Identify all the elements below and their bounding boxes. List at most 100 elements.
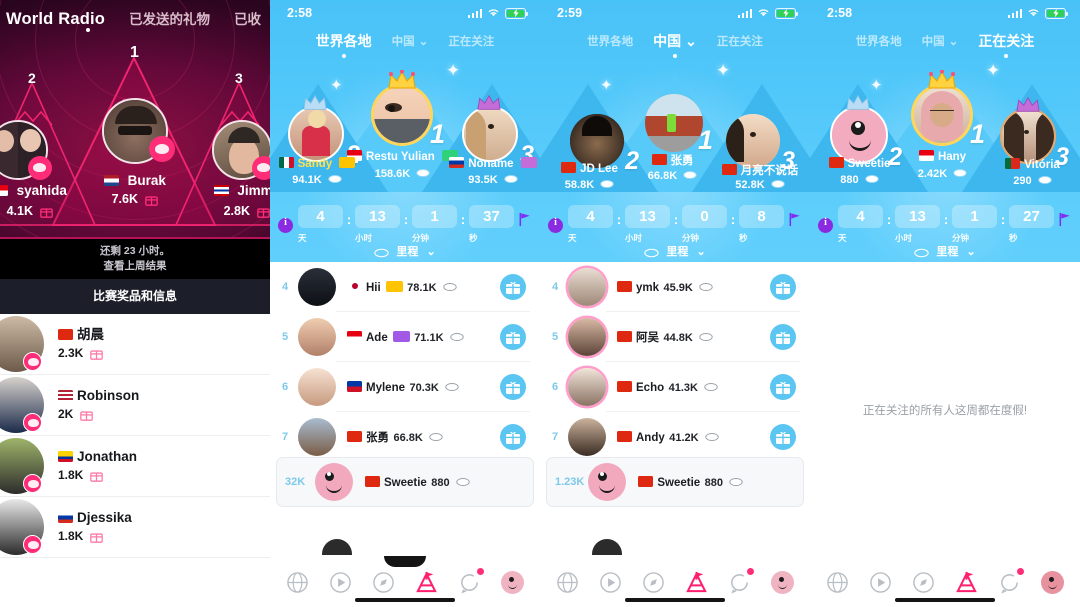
coin-icon [729,477,743,486]
table-row[interactable]: 5 Ade 71.1K [270,312,540,362]
row-rank: 6 [281,381,289,393]
tab-china[interactable]: 中国 ⌄ [643,31,707,58]
flag-icon [561,162,577,173]
send-gift-button[interactable] [500,324,526,350]
self-avatar[interactable] [315,463,353,501]
tab-play[interactable] [596,567,626,597]
region-tabs[interactable]: 世界各地 中国 ⌄ 正在关注 [270,28,540,58]
bottom-tab-bar[interactable] [810,557,1080,607]
self-rank-card[interactable]: 1.23K Sweetie 880 [546,457,804,507]
table-row[interactable]: 4 Hii 78.1K [270,262,540,312]
list-item[interactable]: Robinson 2K [0,375,270,436]
list-item[interactable]: Jonathan 1.8K [0,436,270,497]
table-row[interactable]: 5 阿吴 44.8K [540,312,810,362]
avatar[interactable] [298,418,336,456]
mileage-selector[interactable]: 里程 ⌄ [540,243,810,259]
prize-info-button[interactable]: 比赛奖品和信息 [0,279,270,314]
tab-worldwide[interactable]: 世界各地 [846,33,912,49]
list-item[interactable]: 胡晨 2.3K [0,314,270,375]
tab-compass[interactable] [639,567,669,597]
view-last-week-link[interactable]: 查看上周结果 [0,259,270,274]
nav-sent-gifts[interactable]: 已发送的礼物 [129,8,210,28]
world-radio-nav[interactable]: World Radio 已发送的礼物 已收 [0,8,270,29]
info-icon[interactable] [818,217,833,233]
tab-china[interactable]: 中国 ⌄ [912,33,969,49]
avatar[interactable] [0,377,44,433]
avatar[interactable] [298,368,336,406]
avatar[interactable] [568,368,606,406]
avatar[interactable] [0,316,44,372]
tab-profile[interactable] [1038,567,1068,597]
table-row[interactable]: 6 Echo 41.3K [540,362,810,412]
tab-chat[interactable] [995,567,1025,597]
send-gift-button[interactable] [770,274,796,300]
tab-compass[interactable] [909,567,939,597]
info-icon[interactable] [278,217,293,233]
region-tabs[interactable]: 世界各地 中国 ⌄ 正在关注 [540,28,810,58]
table-row[interactable]: 7 Andy 41.2K [540,412,810,462]
flag-icon[interactable] [518,212,532,227]
table-row[interactable]: 6 Mylene 70.3K [270,362,540,412]
podium-avatar-1[interactable] [102,98,175,164]
podium-score-row-1: 7.6K [58,190,212,208]
podium-avatar-3[interactable] [212,120,270,180]
contest-timer[interactable]: 还剩 23 小时。 查看上周结果 [0,237,270,279]
tab-play[interactable] [326,567,356,597]
self-rank-card[interactable]: 32K Sweetie 880 [276,457,534,507]
list-item[interactable] [0,558,270,607]
send-gift-button[interactable] [770,324,796,350]
tab-contest[interactable] [952,567,982,597]
compass-icon [913,571,934,593]
tab-worldwide[interactable]: 世界各地 [306,31,382,58]
podium-avatar-1[interactable]: 1 [645,94,713,155]
mileage-selector[interactable]: 里程 ⌄ [270,243,540,259]
avatar[interactable] [298,268,336,306]
podium-avatar-1[interactable]: 1 [371,70,445,149]
tab-globe[interactable] [553,567,583,597]
nav-world-radio[interactable]: World Radio [6,10,105,29]
avatar[interactable] [298,318,336,356]
tab-profile[interactable] [768,567,798,597]
info-icon[interactable] [548,217,563,233]
avatar[interactable] [0,438,44,494]
tab-following[interactable]: 正在关注 [968,31,1044,58]
tab-following[interactable]: 正在关注 [707,33,773,49]
tab-worldwide[interactable]: 世界各地 [577,33,643,49]
gift-icon [40,208,54,218]
tab-contest[interactable] [412,567,442,597]
tab-contest[interactable] [682,567,712,597]
tab-compass[interactable] [369,567,399,597]
send-gift-button[interactable] [770,424,796,450]
tab-following[interactable]: 正在关注 [438,33,504,49]
mileage-selector[interactable]: 里程 ⌄ [810,243,1080,259]
self-avatar[interactable] [588,463,627,501]
table-row[interactable]: 7 张勇 66.8K [270,412,540,462]
send-gift-button[interactable] [500,274,526,300]
tab-chat[interactable] [725,567,755,597]
tab-chat[interactable] [455,567,485,597]
table-row[interactable]: 4 ymk 45.9K [540,262,810,312]
tab-play[interactable] [866,567,896,597]
flag-icon[interactable] [1058,212,1072,227]
tab-profile[interactable] [498,567,528,597]
avatar[interactable] [0,499,44,555]
countdown-sep: : [943,212,949,227]
region-tabs[interactable]: 世界各地 中国 ⌄ 正在关注 [810,28,1080,58]
tab-globe[interactable] [823,567,853,597]
bottom-tab-bar[interactable] [540,557,810,607]
podium-avatar-1[interactable]: 1 [911,70,985,149]
bottom-tab-bar[interactable] [270,556,540,607]
send-gift-button[interactable] [770,374,796,400]
nav-received-gifts[interactable]: 已收 [234,8,261,28]
podium-name-2: syahida [16,183,67,198]
tab-globe[interactable] [283,567,313,597]
avatar[interactable] [568,268,606,306]
avatar[interactable] [568,418,606,456]
flag-icon[interactable] [788,212,802,227]
list-item[interactable]: Djessika 1.8K [0,497,270,558]
tab-china[interactable]: 中国 ⌄ [382,33,439,49]
podium-avatar-2[interactable] [0,120,52,180]
avatar[interactable] [568,318,606,356]
send-gift-button[interactable] [500,374,526,400]
send-gift-button[interactable] [500,424,526,450]
